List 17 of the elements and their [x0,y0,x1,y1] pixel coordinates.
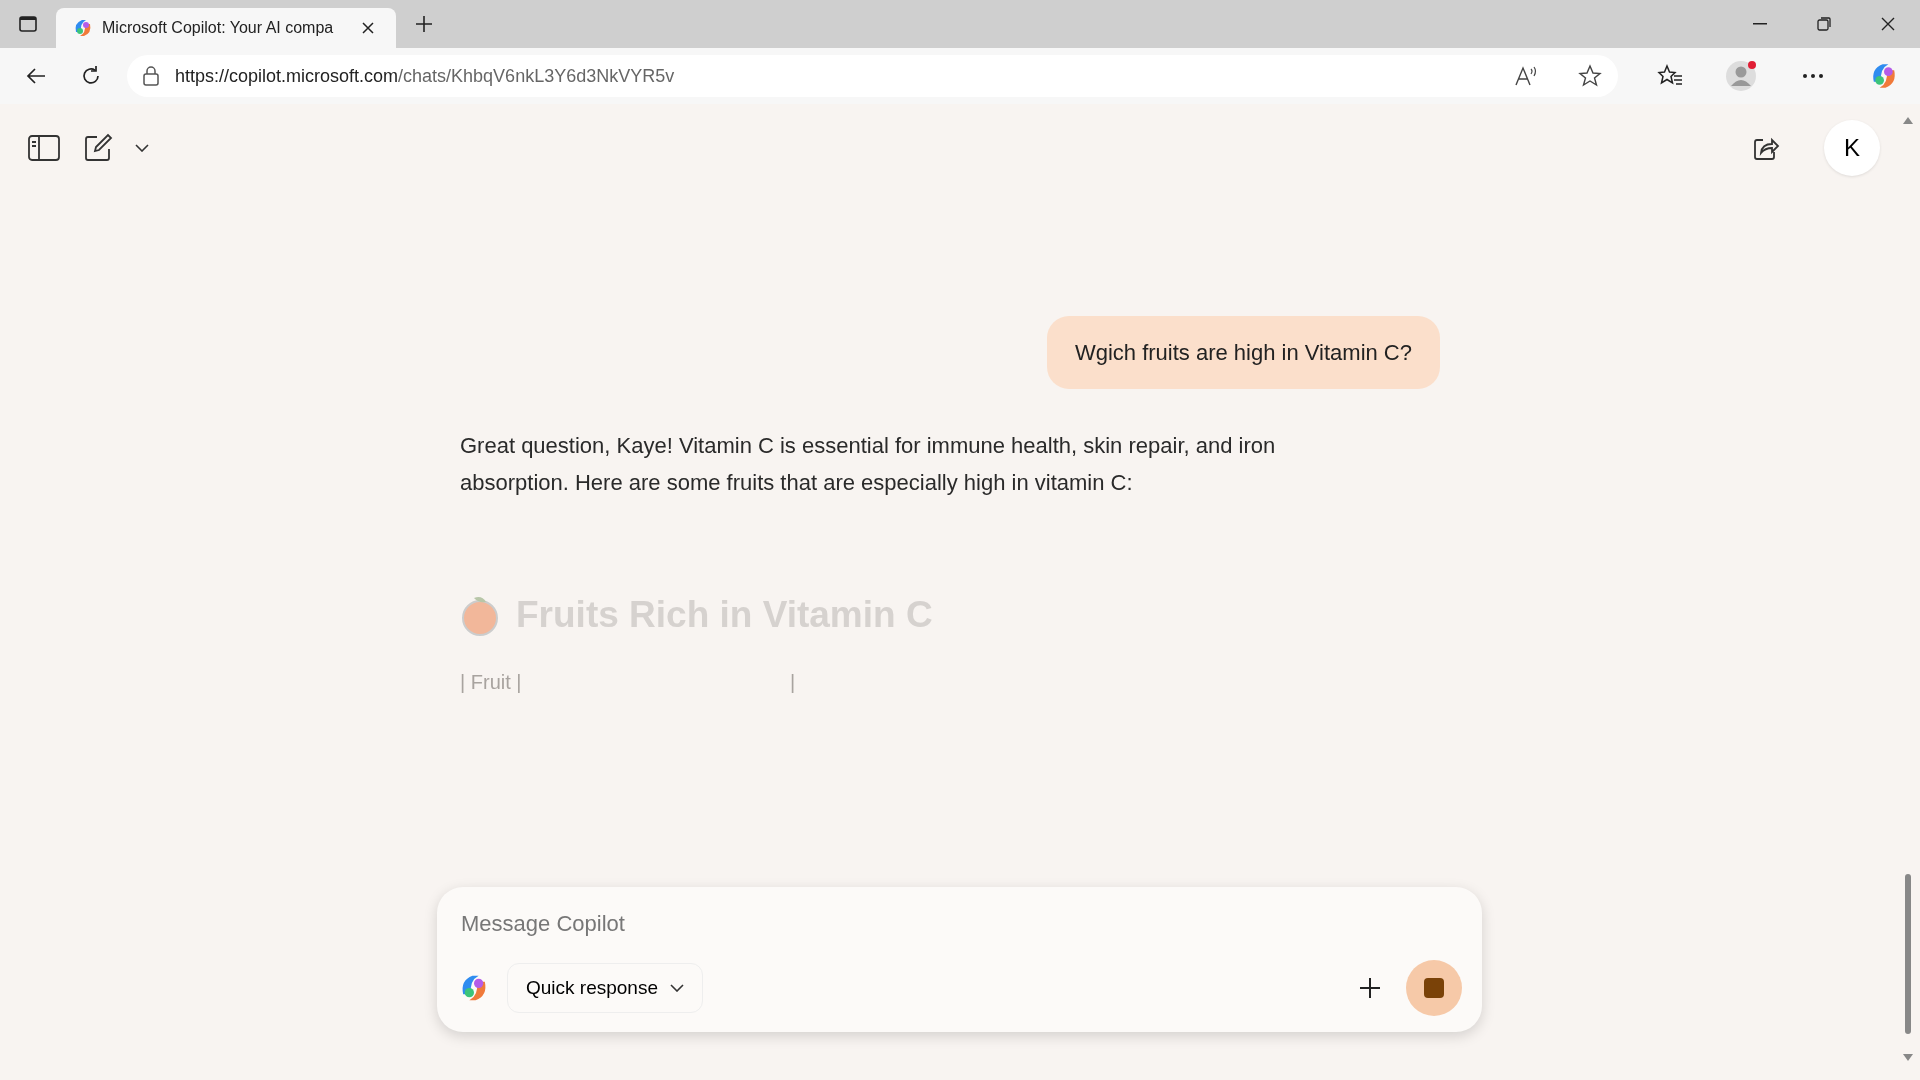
user-message: Wgich fruits are high in Vitamin C? [1046,316,1440,389]
address-bar[interactable]: https://copilot.microsoft.com/chats/KhbqV6nkL3Y6d3NkVYR5v [126,55,1619,97]
assistant-message: Great question, Kaye! Vitamin C is essential for immune health, skin repair, and iron absorption. Here are some fruits that are especially high in vitamin C: [460,432,1277,497]
stop-icon [1424,978,1444,998]
star-icon[interactable] [1578,64,1603,88]
mode-dropdown[interactable]: Quick response [507,962,703,1014]
read-aloud-icon[interactable] [1514,65,1539,87]
table-text: | [790,669,796,695]
url-text: https://copilot.microsoft.com/chats/KhbqV6nkL3Y6d3NkVYR5v [174,64,676,88]
caret-icon [670,984,684,992]
table-text: | Fruit | [460,669,523,695]
lock-icon [142,66,159,86]
message-field[interactable]: Message Copilot Quick response [437,887,1482,1032]
browser-tab[interactable]: Microsoft Copilot: Your AI compa [56,8,396,48]
tab-title: Microsoft Copilot: Your AI compa [102,18,335,38]
stop-button[interactable] [1406,960,1462,1016]
avatar[interactable]: K [1824,120,1880,176]
